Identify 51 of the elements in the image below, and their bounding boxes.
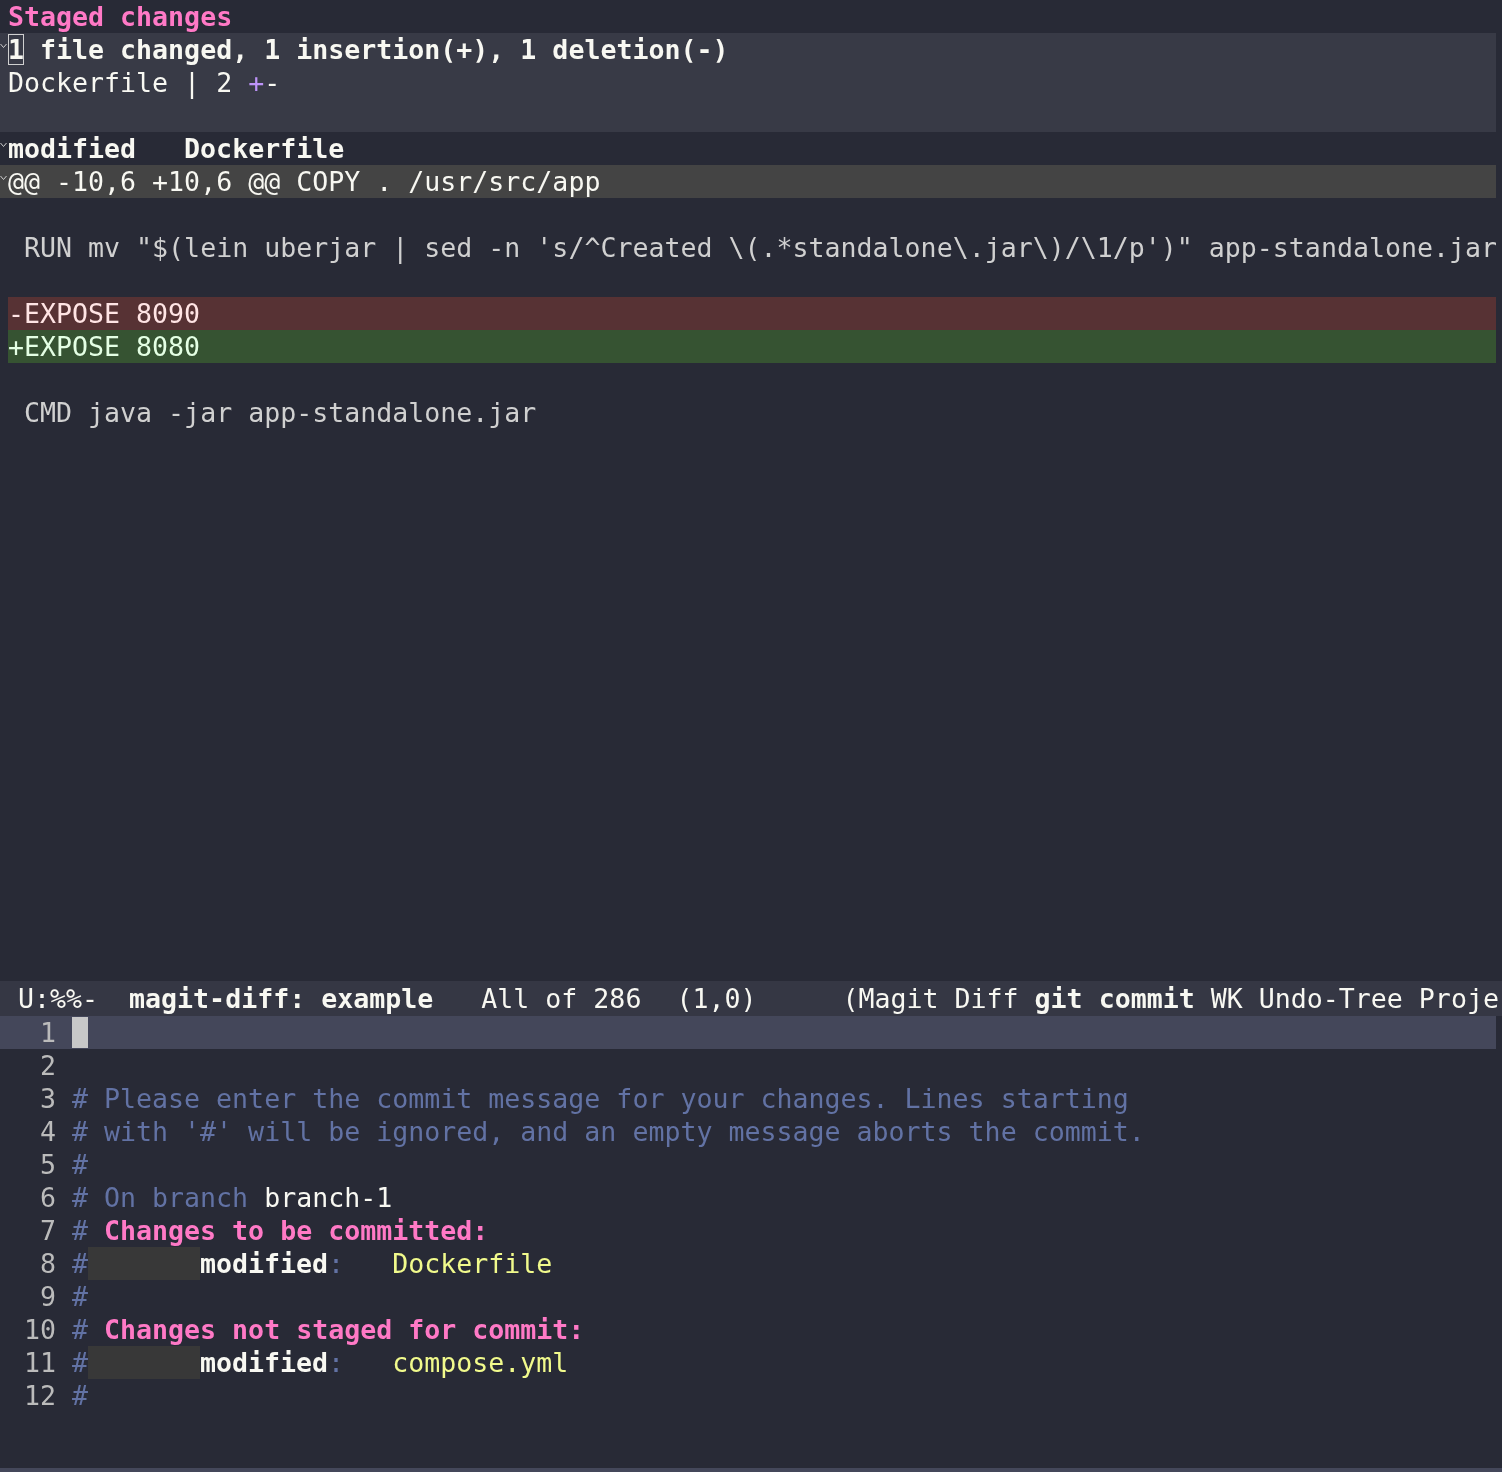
section-heading: Changes not staged for commit: bbox=[103, 1313, 585, 1346]
line-number: 11 bbox=[22, 1346, 56, 1379]
comment-text: # bbox=[72, 1214, 88, 1247]
major-minor-modes: (Magit Diff git commit WK Undo-Tree Proje bbox=[842, 982, 1499, 1015]
chevron-down-icon[interactable] bbox=[0, 142, 7, 148]
buffer-name: magit-diff: example bbox=[129, 982, 434, 1015]
line-number: 3 bbox=[39, 1082, 56, 1115]
line-number: 9 bbox=[39, 1280, 56, 1313]
diffstat-summary: 1 file changed, 1 insertion(+), 1 deletion(-) bbox=[8, 33, 729, 66]
insertion-mark: + bbox=[248, 66, 265, 99]
comment-text: : bbox=[328, 1346, 345, 1379]
file-status: modified bbox=[8, 132, 137, 165]
chevron-down-icon[interactable] bbox=[0, 175, 7, 181]
comment-text: # bbox=[72, 1148, 88, 1181]
line-number: 1 bbox=[39, 1016, 56, 1049]
cursor-outline bbox=[8, 34, 24, 65]
section-heading: Changes to be committed: bbox=[103, 1214, 489, 1247]
deletion-mark: - bbox=[264, 66, 281, 99]
comment-text: # bbox=[72, 1247, 88, 1280]
chevron-down-icon[interactable] bbox=[0, 43, 7, 49]
comment-text: : bbox=[328, 1247, 345, 1280]
file-name: Dockerfile bbox=[184, 132, 345, 165]
comment-text: # bbox=[72, 1379, 88, 1412]
line-number: 6 bbox=[39, 1181, 56, 1214]
line-number: 8 bbox=[39, 1247, 56, 1280]
comment-text: # bbox=[72, 1346, 88, 1379]
cursor-position: (1,0) bbox=[676, 982, 757, 1015]
buffer-position: All of 286 bbox=[481, 982, 642, 1015]
diff-context-line: RUN mv "$(lein uberjar | sed -n 's/^Created \(.*standalone\.jar\)/\1/p')" app-standalone.jar bbox=[23, 231, 1496, 264]
line-number: 5 bbox=[39, 1148, 56, 1181]
branch-name: branch-1 bbox=[263, 1181, 393, 1214]
section-heading: Staged changes bbox=[8, 0, 233, 33]
status-label: modified bbox=[200, 1247, 329, 1280]
comment-text: # On branch bbox=[72, 1181, 249, 1214]
file-name: Dockerfile bbox=[391, 1247, 553, 1280]
comment-text: # bbox=[72, 1313, 88, 1346]
line-number: 12 bbox=[22, 1379, 56, 1412]
diff-context-line: CMD java -jar app-standalone.jar bbox=[23, 396, 538, 429]
comment-text: # with '#' will be ignored, and an empty message aborts the commit. bbox=[72, 1115, 1145, 1148]
line-number: 2 bbox=[39, 1049, 56, 1082]
buffer-state: U:%%- bbox=[18, 982, 99, 1015]
line-number: 7 bbox=[39, 1214, 56, 1247]
line-number: 10 bbox=[22, 1313, 56, 1346]
text-cursor bbox=[72, 1017, 88, 1048]
status-label: modified bbox=[200, 1346, 329, 1379]
comment-text: # bbox=[72, 1280, 88, 1313]
hunk-header[interactable]: @@ -10,6 +10,6 @@ COPY . /usr/src/app bbox=[0, 165, 1496, 198]
diffstat-file: Dockerfile | 2 bbox=[8, 66, 234, 99]
file-name: compose.yml bbox=[391, 1346, 569, 1379]
comment-text: # Please enter the commit message for your changes. Lines starting bbox=[72, 1082, 1129, 1115]
line-number: 4 bbox=[39, 1115, 56, 1148]
